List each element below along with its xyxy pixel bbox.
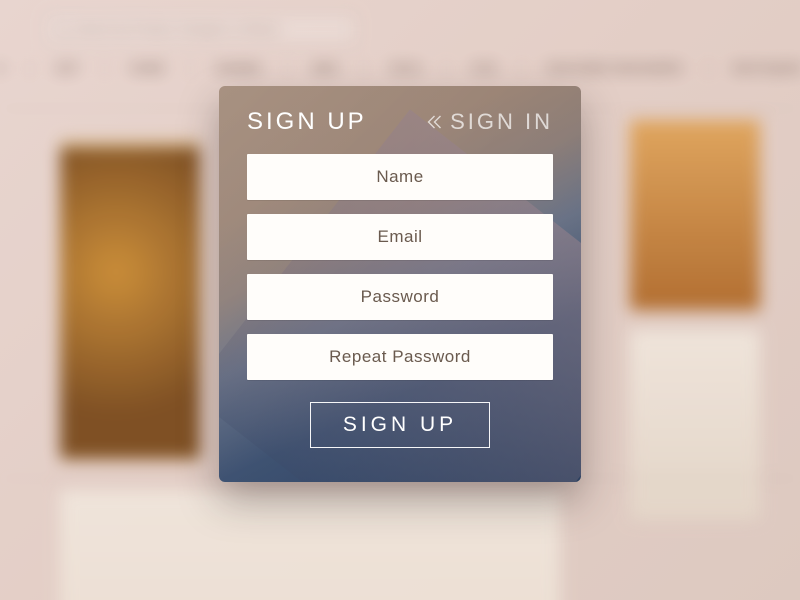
signup-fields [247, 154, 553, 380]
nav-item[interactable]: TECH [381, 63, 429, 75]
auth-tabs: SIGN UP SIGN IN [247, 108, 553, 136]
name-field[interactable] [247, 154, 553, 200]
nav-item[interactable]: WOMEN [208, 63, 270, 75]
nav-item[interactable]: BOUTIQUES [725, 63, 800, 75]
search-icon [57, 24, 67, 34]
tab-signup[interactable]: SIGN UP [247, 108, 367, 136]
nav-item[interactable]: FUN [464, 63, 504, 75]
search-bar[interactable]: Search by Product, Designer or Brand [46, 14, 356, 44]
top-nav: S ART HOME WOMEN MEN TECH FUN FEATURED D… [0, 60, 800, 78]
search-placeholder-text: Search by Product, Designer or Brand [75, 22, 278, 36]
tab-signin-label: SIGN IN [450, 109, 553, 135]
tab-signin[interactable]: SIGN IN [427, 109, 553, 135]
signup-button[interactable]: SIGN UP [310, 402, 490, 448]
password-field[interactable] [247, 274, 553, 320]
email-field[interactable] [247, 214, 553, 260]
nav-item[interactable]: MEN [304, 63, 346, 75]
nav-item[interactable]: FEATURED DESIGNERS [539, 63, 691, 75]
nav-item[interactable]: HOME [122, 63, 173, 75]
nav-item[interactable]: ART [47, 63, 87, 75]
nav-item[interactable]: S [0, 63, 12, 75]
chevron-left-double-icon [427, 115, 442, 129]
signup-modal: SIGN UP SIGN IN SIGN UP [219, 86, 581, 482]
tab-signup-label: SIGN UP [247, 108, 367, 136]
repeat-password-field[interactable] [247, 334, 553, 380]
